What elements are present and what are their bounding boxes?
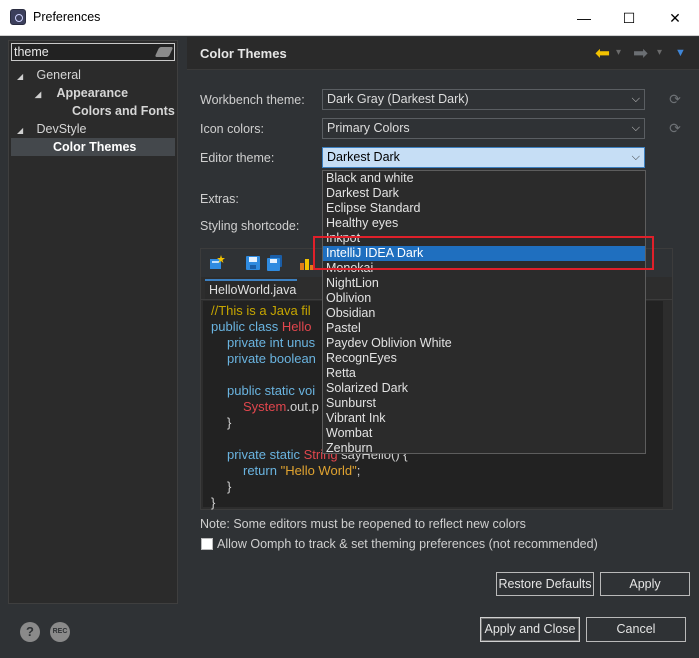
oomph-checkbox[interactable] — [201, 538, 213, 550]
oomph-checkbox-label: Allow Oomph to track & set theming prefe… — [217, 537, 598, 551]
code-keyword: public class — [211, 319, 282, 334]
code-line: } — [227, 479, 232, 494]
window-title: Preferences — [33, 10, 101, 24]
page-title: Color Themes — [200, 46, 287, 61]
apply-button[interactable]: Apply — [600, 572, 690, 596]
dropdown-option[interactable]: Sunburst — [323, 396, 645, 411]
icon-colors-label: Icon colors: — [200, 122, 264, 136]
dialog-button-bar: ? REC Apply and Close Cancel — [0, 606, 699, 658]
dropdown-option[interactable]: Retta — [323, 366, 645, 381]
filter-input[interactable]: theme — [11, 43, 175, 61]
dropdown-option[interactable]: Darkest Dark — [323, 186, 645, 201]
forward-arrow-icon[interactable]: ➡ — [633, 41, 648, 65]
dropdown-option[interactable]: Solarized Dark — [323, 381, 645, 396]
apply-and-close-button[interactable]: Apply and Close — [480, 617, 580, 642]
dropdown-option[interactable]: Healthy eyes — [323, 216, 645, 231]
reopen-note: Note: Some editors must be reopened to r… — [200, 517, 526, 531]
tree-item-color-themes[interactable]: Color Themes — [11, 138, 175, 156]
tree-item-label: Appearance — [56, 86, 129, 100]
help-icon[interactable]: ? — [20, 622, 40, 642]
close-button[interactable]: ✕ — [652, 0, 698, 36]
tree-item-label: DevStyle — [36, 122, 87, 136]
code-line: public class Hello — [211, 319, 311, 334]
code-keyword: return — [243, 463, 281, 478]
code-type: System — [243, 399, 287, 414]
code-plain: ; — [356, 463, 361, 478]
preference-tree-panel: theme ◢ General ◢ Appearance Colors and … — [8, 40, 178, 604]
tree-item-general[interactable]: ◢ General — [17, 66, 81, 84]
page-header: Color Themes ⬅ ▾ ➡ ▾ ▼ — [187, 37, 699, 70]
restore-defaults-button[interactable]: Restore Defaults — [496, 572, 594, 596]
dropdown-option[interactable]: Eclipse Standard — [323, 201, 645, 216]
editor-theme-label: Editor theme: — [200, 151, 275, 165]
dropdown-option[interactable]: Wombat — [323, 426, 645, 441]
dropdown-option[interactable]: Zenburn — [323, 441, 645, 456]
code-line: private int unus — [227, 335, 316, 350]
expanded-triangle-icon[interactable]: ◢ — [17, 68, 27, 86]
save-icon[interactable] — [245, 255, 261, 271]
eclipse-app-icon — [10, 9, 26, 25]
code-type: Hello — [281, 319, 312, 334]
chevron-down-icon: ⌵ — [631, 93, 640, 105]
icon-colors-value: Primary Colors — [327, 121, 410, 135]
record-icon[interactable]: REC — [50, 622, 70, 642]
tree-item-colors-and-fonts[interactable]: Colors and Fonts — [72, 102, 175, 120]
new-file-icon[interactable] — [209, 255, 225, 271]
icon-colors-combo[interactable]: Primary Colors ⌵ — [322, 118, 645, 139]
dropdown-option[interactable]: Pastel — [323, 321, 645, 336]
code-line: System.out.p — [243, 399, 319, 414]
dropdown-option[interactable]: Black and white — [323, 171, 645, 186]
workbench-theme-combo[interactable]: Dark Gray (Darkest Dark) ⌵ — [322, 89, 645, 110]
extras-label: Extras: — [200, 192, 239, 206]
dropdown-option[interactable]: Oblivion — [323, 291, 645, 306]
workbench-theme-label: Workbench theme: — [200, 93, 305, 107]
code-line: } — [211, 495, 216, 510]
code-comment: //This is a Java fil — [211, 303, 311, 318]
dropdown-option[interactable]: NightLion — [323, 276, 645, 291]
preview-scrollbar[interactable] — [663, 301, 672, 507]
code-line: return "Hello World"; — [243, 463, 360, 478]
editor-theme-dropdown-list[interactable]: Black and white Darkest Dark Eclipse Sta… — [322, 170, 646, 456]
workbench-theme-value: Dark Gray (Darkest Dark) — [327, 92, 469, 106]
tree-item-label: Colors and Fonts — [72, 104, 175, 118]
window-title-bar: Preferences — ☐ ✕ — [0, 0, 699, 36]
refresh-icon[interactable]: ⟳ — [667, 91, 683, 107]
dropdown-option[interactable]: RecognEyes — [323, 351, 645, 366]
chevron-down-icon: ⌵ — [631, 151, 640, 163]
tab-helloworld-java[interactable]: HelloWorld.java — [205, 279, 297, 299]
tree-item-label: General — [36, 68, 81, 82]
back-history-caret-icon[interactable]: ▾ — [616, 41, 621, 65]
code-string: "Hello World" — [280, 463, 357, 478]
editor-theme-value: Darkest Dark — [327, 150, 400, 164]
clear-filter-icon[interactable] — [154, 47, 174, 57]
cancel-button[interactable]: Cancel — [586, 617, 686, 642]
code-line: public static voi — [227, 383, 316, 398]
tree-item-devstyle[interactable]: ◢ DevStyle — [17, 120, 87, 138]
chevron-down-icon: ⌵ — [631, 122, 640, 134]
styling-shortcode-label: Styling shortcode: — [200, 219, 300, 233]
tree-item-label: Color Themes — [53, 140, 137, 154]
back-arrow-icon[interactable]: ⬅ — [595, 41, 610, 65]
expanded-triangle-icon[interactable]: ◢ — [35, 86, 45, 104]
code-plain: .out.p — [286, 399, 319, 414]
filter-input-value: theme — [14, 45, 49, 59]
code-keyword: private static — [227, 447, 304, 462]
highlight-annotation-box — [313, 236, 654, 270]
tree-item-appearance[interactable]: ◢ Appearance — [35, 84, 128, 102]
save-all-icon[interactable] — [267, 255, 283, 271]
dropdown-option[interactable]: Obsidian — [323, 306, 645, 321]
view-menu-icon[interactable]: ▼ — [675, 41, 686, 65]
forward-history-caret-icon[interactable]: ▾ — [657, 41, 662, 65]
dropdown-option[interactable]: Paydev Oblivion White — [323, 336, 645, 351]
code-line: } — [227, 415, 232, 430]
code-line: private boolean — [227, 351, 316, 366]
maximize-button[interactable]: ☐ — [606, 0, 652, 36]
refresh-icon[interactable]: ⟳ — [667, 120, 683, 136]
dropdown-option[interactable]: Vibrant Ink — [323, 411, 645, 426]
editor-theme-combo[interactable]: Darkest Dark ⌵ — [322, 147, 645, 168]
minimize-button[interactable]: — — [561, 0, 607, 36]
